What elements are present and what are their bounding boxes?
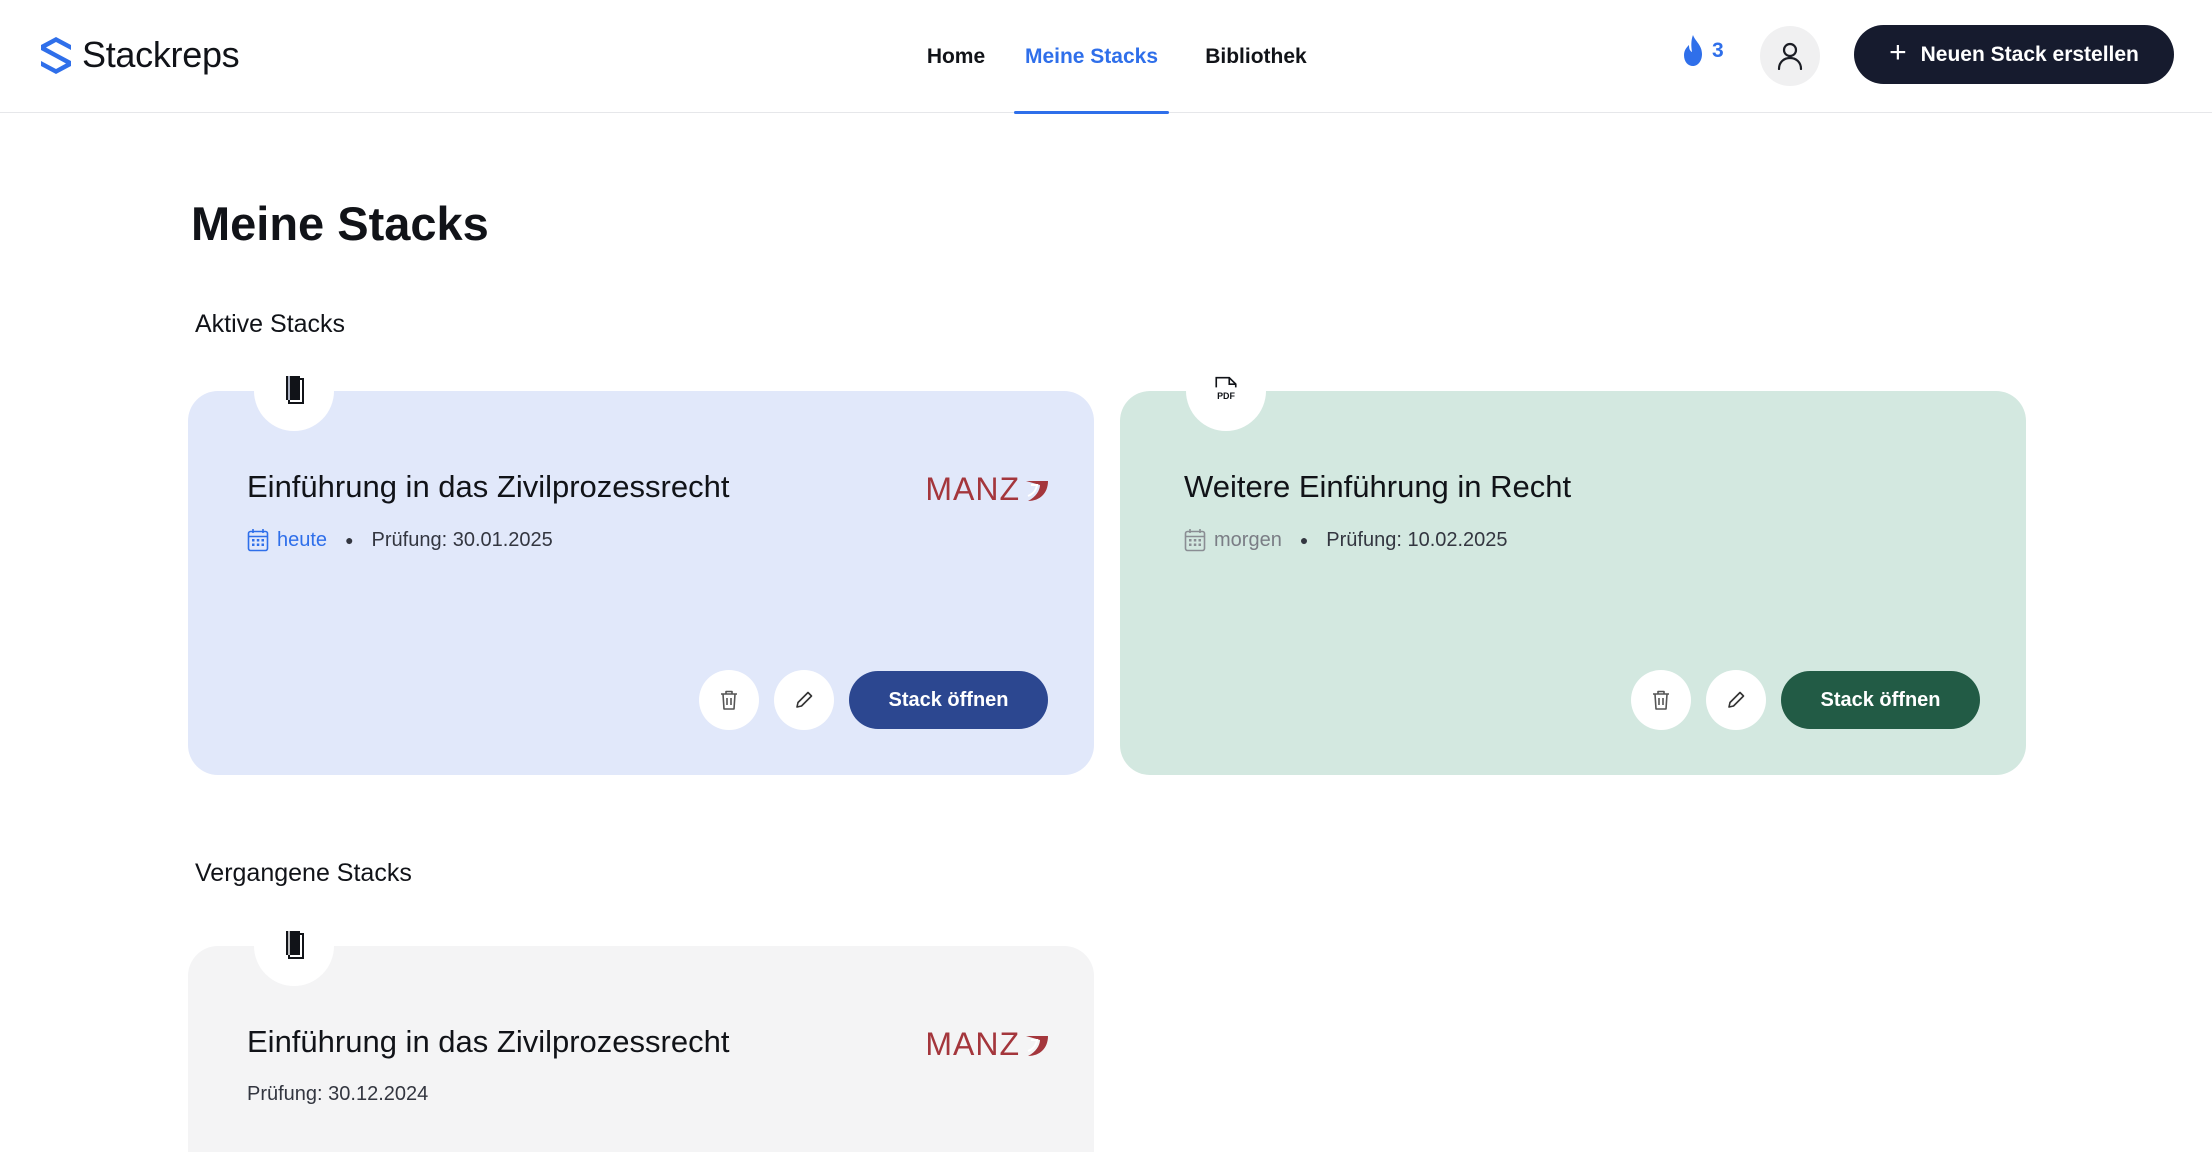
- delete-stack-button[interactable]: [1631, 670, 1691, 730]
- open-stack-button[interactable]: Stack öffnen: [849, 671, 1048, 729]
- separator-dot: ●: [1299, 532, 1309, 548]
- stack-title: Einführung in das Zivilprozessrecht: [247, 469, 730, 504]
- nav-meine-stacks[interactable]: Meine Stacks: [1014, 0, 1169, 114]
- create-stack-button[interactable]: + Neuen Stack erstellen: [1854, 25, 2174, 84]
- top-header: Stackreps Home Meine Stacks Bibliothek 3…: [0, 0, 2212, 114]
- calendar-icon: [1184, 529, 1206, 552]
- manz-wave-icon: [1026, 1035, 1048, 1056]
- trash-icon: [721, 690, 737, 710]
- active-stacks-heading: Aktive Stacks: [195, 310, 346, 338]
- stack-actions: Stack öffnen: [1631, 670, 1980, 730]
- profile-button[interactable]: [1760, 26, 1820, 86]
- open-stack-button[interactable]: Stack öffnen: [1781, 671, 1980, 729]
- stack-card-zivilprozessrecht[interactable]: Einführung in das Zivilprozessrecht MANZ…: [188, 361, 1094, 775]
- stackreps-logo-icon: [41, 37, 71, 74]
- delete-stack-button[interactable]: [699, 670, 759, 730]
- flame-icon: [1684, 35, 1702, 66]
- streak-counter[interactable]: 3: [1680, 34, 1724, 68]
- manz-logo-text: MANZ: [925, 471, 1020, 507]
- stack-type-tab: PDF: [1186, 361, 1266, 431]
- manz-logo-text: MANZ: [925, 1026, 1020, 1062]
- stack-actions: Stack öffnen: [699, 670, 1048, 730]
- manz-publisher-logo: MANZ: [925, 1026, 1050, 1063]
- exam-date: Prüfung: 30.12.2024: [247, 1083, 429, 1105]
- stack-type-tab: [254, 916, 334, 986]
- manz-publisher-logo: MANZ: [925, 471, 1050, 508]
- book-icon: [286, 376, 304, 404]
- user-icon: [1777, 42, 1803, 70]
- past-stacks-heading: Vergangene Stacks: [195, 859, 412, 887]
- create-stack-label: Neuen Stack erstellen: [1920, 42, 2139, 66]
- page-title: Meine Stacks: [191, 197, 489, 250]
- stack-card-weitere-einfuehrung[interactable]: PDF Weitere Einführung in Recht morgen ●…: [1120, 361, 2026, 775]
- due-label: morgen: [1214, 528, 1282, 551]
- plus-icon: +: [1889, 36, 1907, 69]
- exam-date: Prüfung: 30.01.2025: [371, 528, 553, 551]
- stack-meta: morgen ● Prüfung: 10.02.2025: [1184, 528, 1508, 552]
- separator-dot: ●: [345, 532, 354, 548]
- streak-count: 3: [1712, 39, 1724, 62]
- app-name: Stackreps: [82, 34, 240, 75]
- stack-title: Einführung in das Zivilprozessrecht: [247, 1024, 730, 1059]
- stack-meta: heute ● Prüfung: 30.01.2025: [247, 528, 553, 552]
- stack-title: Weitere Einführung in Recht: [1184, 469, 1572, 504]
- nav-home[interactable]: Home: [896, 0, 1016, 113]
- exam-date: Prüfung: 10.02.2025: [1326, 528, 1508, 551]
- app-logo[interactable]: Stackreps: [38, 34, 240, 76]
- nav-bibliothek[interactable]: Bibliothek: [1196, 0, 1316, 113]
- edit-stack-button[interactable]: [774, 670, 834, 730]
- book-icon: [286, 931, 304, 959]
- manz-wave-icon: [1026, 480, 1048, 501]
- pencil-icon: [1728, 691, 1745, 708]
- svg-text:PDF: PDF: [1217, 391, 1235, 401]
- edit-stack-button[interactable]: [1706, 670, 1766, 730]
- calendar-icon: [247, 529, 269, 552]
- stack-type-tab: [254, 361, 334, 431]
- pencil-icon: [796, 691, 813, 708]
- pdf-file-icon: PDF: [1215, 376, 1237, 401]
- due-label: heute: [277, 528, 328, 551]
- trash-icon: [1653, 690, 1669, 710]
- past-stack-card-zivilprozessrecht[interactable]: Einführung in das Zivilprozessrecht MANZ…: [188, 916, 1094, 1152]
- stack-meta: Prüfung: 30.12.2024: [247, 1083, 428, 1106]
